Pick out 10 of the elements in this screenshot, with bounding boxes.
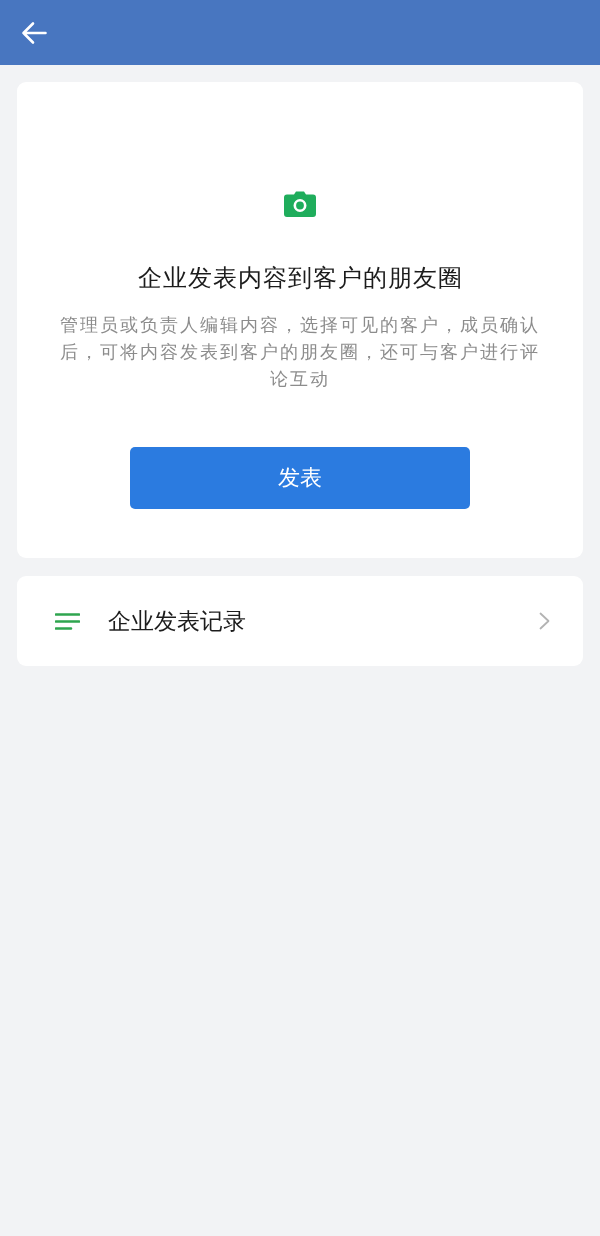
intro-description: 管理员或负责人编辑内容，选择可见的客户，成员确认后，可将内容发表到客户的朋友圈，还可与客户进行评论互动 — [59, 313, 541, 391]
back-button[interactable] — [21, 20, 47, 45]
back-arrow-icon — [21, 20, 47, 45]
row-label: 企业发表记录 — [108, 606, 247, 636]
publish-records-row[interactable]: 企业发表记录 — [17, 576, 583, 666]
list-lines-icon — [55, 611, 80, 631]
chevron-right-icon — [539, 612, 550, 630]
intro-title: 企业发表内容到客户的朋友圈 — [137, 263, 463, 294]
camera-icon — [284, 191, 316, 217]
publish-button[interactable]: 发表 — [130, 447, 470, 509]
